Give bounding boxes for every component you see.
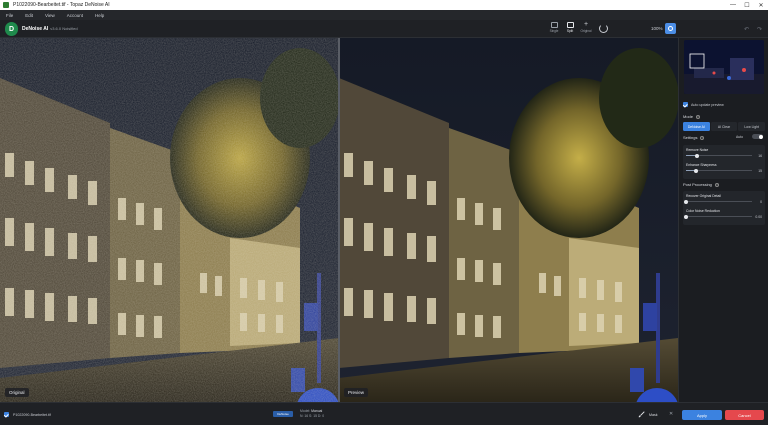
mask-label: Mask [649, 412, 658, 417]
split-divider-handle[interactable] [338, 38, 340, 402]
menu-account[interactable]: Account [67, 13, 83, 18]
toolbar: D DeNoise AI v3.6.0 Noisified Single Spli… [0, 20, 768, 38]
original-view-icon: + [583, 21, 589, 28]
help-icon[interactable]: ? [696, 114, 701, 119]
magnifier-icon [668, 26, 673, 31]
file-name: P1022090-Bearbeitet.tif [13, 413, 51, 417]
post-sliders-box: Recover Original Detail 0 Color Noise Re… [683, 191, 765, 225]
color-noise-label: Color Noise Reduction [686, 209, 720, 213]
menu-bar: File Edit View Account Help [0, 10, 768, 20]
model-params: N: 16 S: 15 D: 0 [300, 414, 325, 418]
apply-button[interactable]: Apply [682, 410, 722, 420]
remove-noise-value: 16 [758, 154, 762, 158]
app-window: P1022090-Bearbeitet.tif - Topaz DeNoise … [0, 0, 768, 425]
original-view-button[interactable]: + Original [578, 21, 594, 36]
color-noise-slider[interactable] [684, 214, 752, 219]
rotate-icon[interactable] [599, 24, 608, 33]
split-view-icon [566, 22, 574, 28]
preview-label: Preview [344, 388, 369, 397]
auto-toggle[interactable] [752, 134, 763, 139]
split-view-label: Split [566, 29, 574, 33]
minimize-button[interactable]: — [726, 0, 740, 10]
mode-denoise-ai[interactable]: DeNoise AI [683, 122, 710, 131]
help-icon[interactable]: ? [700, 135, 705, 140]
mode-ai-clear[interactable]: AI Clear [710, 122, 738, 131]
split-view-button[interactable]: Split [562, 22, 578, 36]
color-noise-handle[interactable] [684, 214, 688, 219]
color-noise-value: 0.00 [755, 215, 762, 219]
enhance-sharpness-slider[interactable] [686, 168, 752, 173]
file-select-checkbox[interactable] [4, 412, 9, 417]
original-pane[interactable]: Original [0, 38, 339, 402]
redo-icon[interactable]: ↷ [757, 26, 762, 33]
mode-selector: DeNoise AI AI Clear Low Light [683, 122, 766, 131]
settings-heading-label: Settings [683, 135, 698, 140]
cancel-button[interactable]: Cancel [725, 410, 764, 420]
app-logo-icon [3, 2, 9, 8]
app-name: DeNoise AI [22, 26, 49, 32]
brush-icon [638, 411, 645, 418]
window-controls: — ☐ ✕ [726, 0, 768, 10]
bottom-bar: P1022090-Bearbeitet.tif DeNoise Model: M… [0, 402, 768, 425]
mode-heading: Mode ? [683, 114, 701, 119]
denoise-logo-icon: D [5, 22, 18, 36]
app-version: v3.6.0 Noisified [50, 26, 78, 31]
mode-low-light[interactable]: Low Light [738, 122, 766, 131]
navigator-thumbnail[interactable] [684, 40, 764, 94]
preview-photo [339, 38, 678, 402]
image-viewport[interactable]: Original Preview [0, 38, 678, 402]
navigator-image [684, 40, 764, 94]
enhance-sharpness-value: 15 [758, 169, 762, 173]
original-view-label: Original [580, 29, 592, 33]
window-title: P1022090-Bearbeitet.tif - Topaz DeNoise … [13, 2, 110, 8]
auto-update-label: Auto update preview [691, 102, 724, 107]
mode-tag: DeNoise [273, 411, 293, 417]
model-label: Model: [300, 409, 311, 413]
menu-edit[interactable]: Edit [25, 13, 33, 18]
recover-detail-slider[interactable] [684, 199, 752, 204]
single-view-icon [550, 22, 558, 28]
undo-icon[interactable]: ↶ [744, 26, 749, 33]
settings-panel: Auto update preview Mode ? DeNoise AI AI… [678, 38, 768, 402]
recover-detail-label: Recover Original Detail [686, 194, 721, 198]
maximize-button[interactable]: ☐ [740, 0, 754, 10]
zoom-level[interactable]: 100% [651, 26, 663, 31]
recover-detail-value: 0 [760, 200, 762, 204]
model-value: Manual [311, 409, 323, 413]
menu-help[interactable]: Help [95, 13, 104, 18]
single-view-label: Single [549, 29, 559, 33]
settings-sliders-box: Remove Noise 16 Enhance Sharpness 15 [683, 145, 765, 179]
auto-label: Auto [736, 135, 743, 139]
preview-pane[interactable]: Preview [339, 38, 678, 402]
recover-detail-handle[interactable] [684, 199, 688, 204]
menu-file[interactable]: File [6, 13, 13, 18]
original-photo [0, 38, 339, 402]
remove-noise-slider[interactable] [686, 153, 752, 158]
post-processing-label: Post Processing [683, 182, 712, 187]
help-icon[interactable]: ? [714, 182, 719, 187]
model-info: Model: Manual N: 16 S: 15 D: 0 [300, 409, 324, 419]
remove-file-button[interactable]: ✕ [669, 411, 673, 417]
close-window-button[interactable]: ✕ [754, 0, 768, 10]
single-view-button[interactable]: Single [546, 22, 562, 36]
mask-button[interactable]: Mask [638, 411, 658, 418]
remove-noise-handle[interactable] [694, 153, 699, 158]
enhance-sharpness-handle[interactable] [693, 168, 698, 173]
mode-heading-label: Mode [683, 114, 694, 119]
zoom-button[interactable] [665, 23, 676, 34]
menu-view[interactable]: View [45, 13, 55, 18]
settings-heading: Settings ? [683, 135, 705, 140]
title-bar: P1022090-Bearbeitet.tif - Topaz DeNoise … [0, 0, 768, 10]
checkbox-icon [683, 102, 688, 107]
enhance-sharpness-label: Enhance Sharpness [686, 163, 717, 167]
auto-update-checkbox[interactable]: Auto update preview [683, 102, 724, 107]
remove-noise-label: Remove Noise [686, 148, 709, 152]
post-processing-heading: Post Processing ? [683, 182, 719, 187]
original-label: Original [5, 388, 29, 397]
app-brand: DeNoise AI v3.6.0 Noisified [22, 26, 78, 32]
